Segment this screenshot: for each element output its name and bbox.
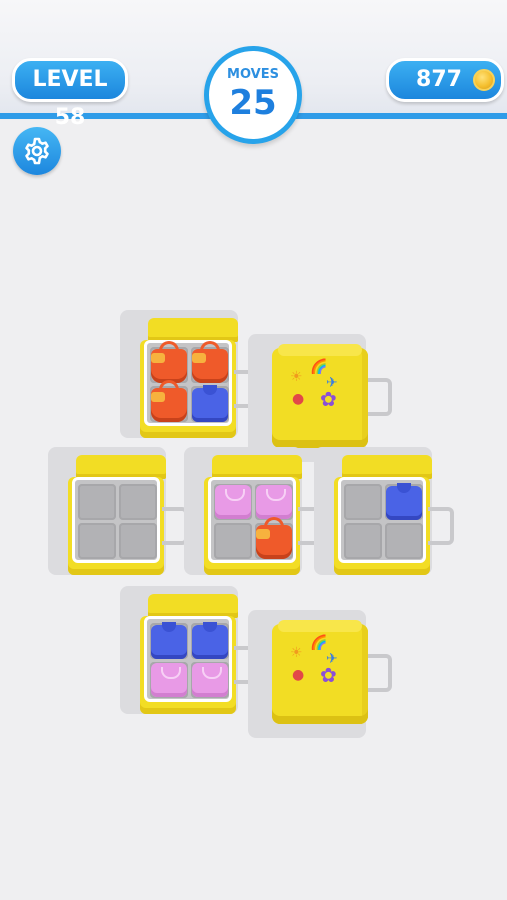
blue-sweater-item[interactable] (192, 385, 228, 422)
pink-sweater-item[interactable] (192, 663, 228, 697)
flower-sticker: ✿ (320, 387, 337, 411)
slot[interactable] (191, 622, 229, 659)
slot[interactable] (150, 662, 188, 698)
slot[interactable] (385, 523, 423, 559)
slot[interactable] (385, 483, 423, 520)
slot[interactable] (78, 523, 116, 559)
suitcase-lid (212, 455, 302, 479)
blue-sweater-item[interactable] (386, 483, 422, 520)
slot[interactable] (344, 484, 382, 520)
gear-icon (25, 137, 49, 165)
moves-value: 25 (229, 83, 277, 123)
rainbow-sticker: 🌈 (310, 635, 328, 651)
red-bag-item[interactable] (151, 341, 187, 383)
red-bag-item[interactable] (256, 517, 292, 559)
slot[interactable] (150, 380, 188, 422)
level-label: LEVEL 58 (32, 67, 108, 130)
slot[interactable] (191, 662, 229, 698)
coin-value: 877 (416, 67, 462, 92)
moves-counter: MOVES 25 (204, 46, 302, 144)
slot[interactable] (255, 484, 293, 520)
coin-balance: 877 (386, 58, 504, 102)
red-bag-item[interactable] (151, 380, 187, 422)
pink-sweater-item[interactable] (215, 485, 251, 519)
level-badge: LEVEL 58 (12, 58, 128, 130)
suitcase-handle (366, 378, 392, 416)
suitcase-front-top (278, 344, 362, 356)
strawberry-sticker: ● (292, 391, 305, 407)
strawberry-sticker: ● (292, 667, 305, 683)
suitcase-front-top (278, 620, 362, 632)
slot[interactable] (214, 484, 252, 520)
suitcase-handle (366, 654, 392, 692)
slot[interactable] (255, 517, 293, 559)
slot[interactable] (78, 484, 116, 520)
suitcase-tray (72, 477, 160, 563)
sun-sticker: ☀ (290, 645, 303, 661)
suitcase-tray (338, 477, 426, 563)
blue-sweater-item[interactable] (151, 622, 187, 659)
slot[interactable] (214, 523, 252, 559)
suitcase-handle (428, 507, 454, 545)
suitcase-lid (148, 594, 238, 618)
suitcase-lid (342, 455, 432, 479)
slot[interactable] (119, 484, 157, 520)
blue-sweater-item[interactable] (192, 622, 228, 659)
flower-sticker: ✿ (320, 663, 337, 687)
slot[interactable] (344, 523, 382, 559)
pink-sweater-item[interactable] (151, 663, 187, 697)
red-bag-item[interactable] (192, 341, 228, 383)
sun-sticker: ☀ (290, 369, 303, 385)
suitcase-lid (148, 318, 238, 342)
suitcase-tray (208, 477, 296, 563)
slot[interactable] (191, 385, 229, 422)
coin-icon (473, 69, 495, 91)
slot[interactable] (119, 523, 157, 559)
slot[interactable] (191, 341, 229, 383)
suitcase-lid (76, 455, 166, 479)
suitcase-tray (144, 340, 232, 426)
suitcase-tray (144, 616, 232, 702)
slot[interactable] (150, 622, 188, 659)
moves-label: MOVES (227, 67, 279, 82)
rainbow-sticker: 🌈 (310, 359, 328, 375)
slot[interactable] (150, 341, 188, 383)
settings-button[interactable] (13, 127, 61, 175)
pink-sweater-item[interactable] (256, 485, 292, 519)
